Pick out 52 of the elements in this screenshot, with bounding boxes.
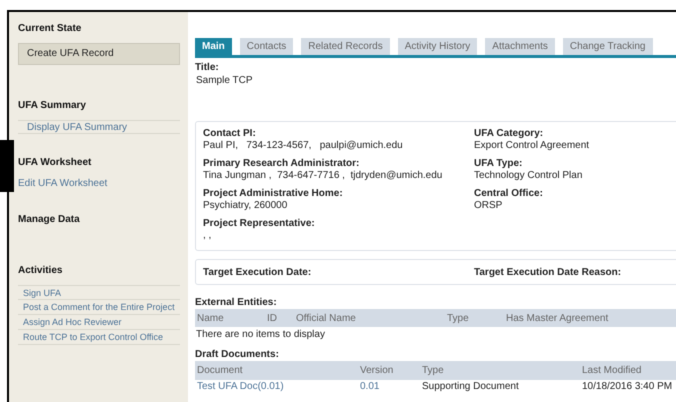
section-heading: Draft Documents: bbox=[195, 349, 280, 361]
section-heading: Manage Data bbox=[18, 213, 81, 227]
field-label: Central Office: bbox=[474, 188, 544, 200]
sidebar-link[interactable]: Sign UFA bbox=[18, 285, 180, 300]
section-heading: External Entities: bbox=[195, 297, 278, 309]
current-state: Create UFA Record bbox=[18, 43, 180, 65]
sidebar-link[interactable]: Post a Comment for the Entire Project bbox=[18, 300, 180, 315]
field-value: Technology Control Plan bbox=[474, 170, 584, 182]
column-header: Has Master Agreement bbox=[506, 312, 610, 326]
sidebar-link[interactable]: Display UFA Summary bbox=[18, 120, 180, 134]
document-link[interactable]: Test UFA Doc(0.01) bbox=[197, 380, 360, 394]
column-header: Name bbox=[197, 312, 225, 326]
sidebar-link[interactable]: Route TCP to Export Control Office bbox=[18, 330, 180, 345]
field-label: Contact PI: bbox=[203, 128, 257, 140]
sidebar-link[interactable]: Assign Ad Hoc Reviewer bbox=[18, 315, 180, 330]
tab[interactable]: Change Tracking bbox=[562, 38, 652, 55]
field-label: Target Execution Date Reason: bbox=[474, 266, 622, 280]
field-value: Paul PI, 734-123-4567, paulpi@umich.edu bbox=[203, 140, 404, 152]
table-cell-text: Supporting Document bbox=[422, 380, 520, 394]
column-header: Type bbox=[422, 364, 445, 378]
field-label: Primary Research Administrator: bbox=[203, 158, 360, 170]
field-label: UFA Type: bbox=[474, 158, 524, 170]
field-value: , , bbox=[203, 230, 212, 242]
field-label: Title: bbox=[195, 62, 220, 74]
field-value: Psychiatry, 260000 bbox=[203, 200, 288, 212]
column-header: ID bbox=[267, 312, 278, 326]
field-label: Project Administrative Home: bbox=[203, 188, 344, 200]
column-header: Version bbox=[360, 364, 394, 378]
section-heading: Activities bbox=[18, 264, 64, 278]
column-header: Official Name bbox=[296, 312, 357, 326]
column-header: Last Modified bbox=[582, 364, 642, 378]
field-value: ORSP bbox=[474, 200, 504, 212]
tab[interactable]: Activity History bbox=[398, 38, 478, 55]
tab[interactable]: Related Records bbox=[301, 38, 390, 55]
field-label: Target Execution Date: bbox=[203, 266, 312, 280]
field-value: Sample TCP bbox=[195, 74, 254, 87]
tab[interactable]: Contacts bbox=[240, 38, 294, 55]
table-cell-text: 0.01 bbox=[360, 380, 380, 394]
section-heading: UFA Summary bbox=[18, 99, 87, 113]
column-header: Type bbox=[447, 312, 470, 326]
tab[interactable]: Main bbox=[195, 38, 232, 55]
section-heading: UFA Worksheet bbox=[18, 156, 92, 170]
column-header: Document bbox=[197, 364, 244, 378]
sidebar-link[interactable]: Edit UFA Worksheet bbox=[18, 177, 180, 191]
field-label: UFA Category: bbox=[474, 128, 544, 140]
empty-message: There are no items to display bbox=[195, 328, 326, 342]
field-label: Project Representative: bbox=[203, 218, 316, 230]
field-value: Export Control Agreement bbox=[474, 140, 590, 152]
section-heading: Current State bbox=[18, 22, 82, 36]
tab[interactable]: Attachments bbox=[485, 38, 555, 55]
table-cell-text: 10/18/2016 3:40 PM bbox=[582, 380, 674, 394]
field-value: Tina Jungman , 734-647-7716 , tjdryden@umich.edu bbox=[203, 170, 444, 182]
